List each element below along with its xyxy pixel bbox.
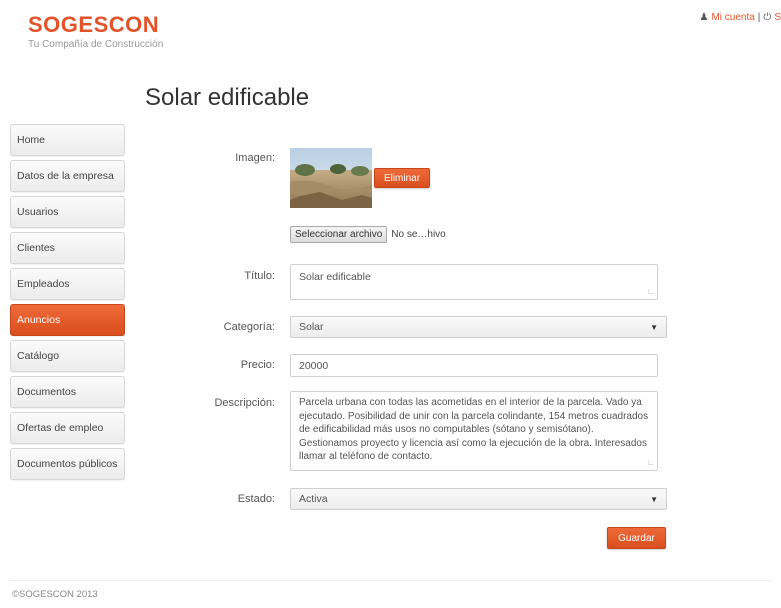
top-navigation: ♟ Mi cuenta | ⏻ S xyxy=(699,12,781,23)
sidebar-item-ads[interactable]: Anuncios xyxy=(10,304,125,336)
sidebar-item-public-documents[interactable]: Documentos públicos xyxy=(10,448,125,480)
sidebar-item-employees[interactable]: Empleados xyxy=(10,268,125,300)
logout-link[interactable]: S xyxy=(774,12,781,23)
sidebar-item-clients[interactable]: Clientes xyxy=(10,232,125,264)
brand-name: SOGESCON xyxy=(28,12,160,37)
description-value: Parcela urbana con todas las acometidas … xyxy=(299,397,649,462)
status-select[interactable]: Activa ▼ xyxy=(290,488,667,510)
sidebar-item-home[interactable]: Home xyxy=(10,124,125,156)
sidebar-item-job-offers[interactable]: Ofertas de empleo xyxy=(10,412,125,444)
chevron-down-icon: ▼ xyxy=(650,322,658,332)
sidebar-item-users[interactable]: Usuarios xyxy=(10,196,125,228)
status-label: Estado: xyxy=(237,493,275,505)
title-value: Solar edificable xyxy=(299,271,371,283)
file-input[interactable]: Seleccionar archivo No se…hivo xyxy=(290,226,446,243)
resize-handle-icon[interactable]: ∟ xyxy=(647,287,655,298)
title-textarea[interactable]: Solar edificable ∟ xyxy=(290,264,658,300)
description-textarea[interactable]: Parcela urbana con todas las acometidas … xyxy=(290,391,658,471)
description-label: Descripción: xyxy=(214,397,275,409)
price-label: Precio: xyxy=(240,359,275,371)
sidebar-item-company-data[interactable]: Datos de la empresa xyxy=(10,160,125,192)
price-value: 20000 xyxy=(299,360,329,372)
ad-image-thumbnail xyxy=(290,148,372,208)
power-icon[interactable]: ⏻ xyxy=(763,12,771,23)
category-value: Solar xyxy=(299,321,324,333)
brand: SOGESCON Tu Compañía de Construcción xyxy=(28,12,163,50)
chevron-down-icon: ▼ xyxy=(650,494,658,504)
sidebar-item-catalog[interactable]: Catálogo xyxy=(10,340,125,372)
resize-handle-icon[interactable]: ∟ xyxy=(647,458,655,469)
delete-image-button[interactable]: Eliminar xyxy=(374,168,430,188)
image-label: Imagen: xyxy=(235,152,275,164)
page-title: Solar edificable xyxy=(145,84,310,111)
category-label: Categoría: xyxy=(223,321,275,333)
sidebar-item-documents[interactable]: Documentos xyxy=(10,376,125,408)
footer-divider xyxy=(10,580,771,581)
sidebar: Home Datos de la empresa Usuarios Client… xyxy=(10,124,125,484)
topnav-separator: | xyxy=(757,12,761,23)
status-value: Activa xyxy=(299,493,328,505)
category-select[interactable]: Solar ▼ xyxy=(290,316,667,338)
footer-copyright: ©SOGESCON 2013 xyxy=(12,589,98,600)
file-status-text: No se…hivo xyxy=(391,229,446,240)
save-button[interactable]: Guardar xyxy=(607,527,666,549)
my-account-link[interactable]: Mi cuenta xyxy=(711,12,754,23)
brand-tagline: Tu Compañía de Construcción xyxy=(28,39,164,50)
title-label: Título: xyxy=(244,270,275,282)
choose-file-button[interactable]: Seleccionar archivo xyxy=(290,226,388,243)
price-input[interactable]: 20000 xyxy=(290,354,658,377)
user-icon: ♟ xyxy=(699,12,709,23)
